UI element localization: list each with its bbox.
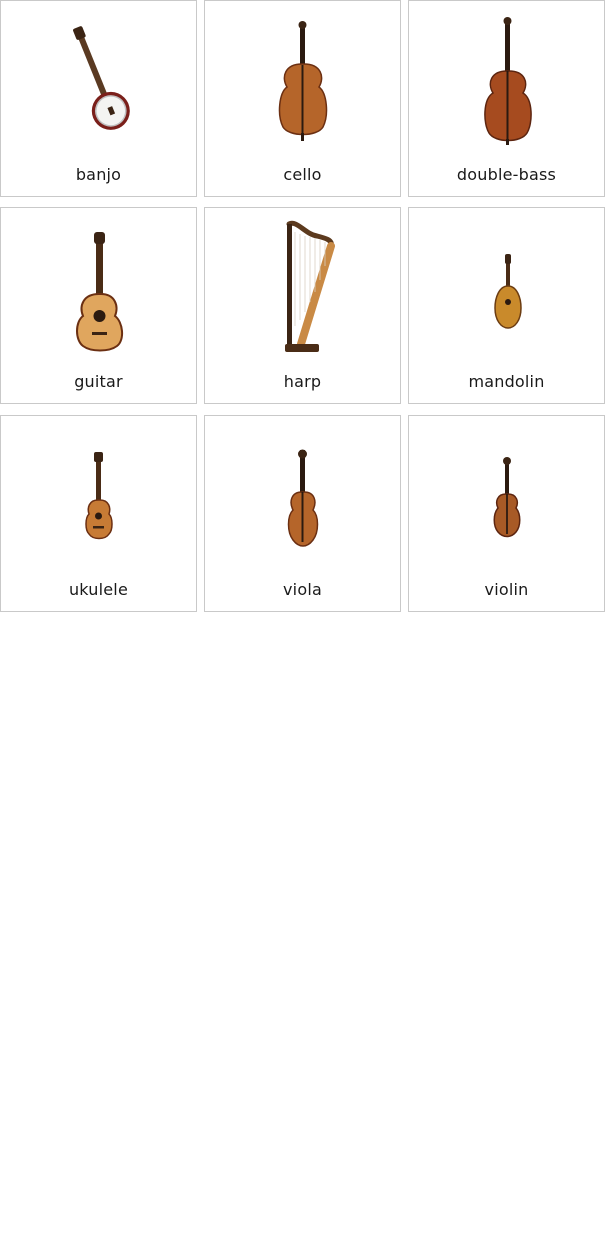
ukulele-image [1,424,198,564]
double-bass-image [409,9,606,149]
mandolin-image [409,216,606,356]
banjo-icon [73,26,130,130]
card-label: ukulele [68,580,129,599]
instrument-card-viola[interactable]: viola [204,415,401,612]
cello-icon [278,21,328,141]
card-label: double-bass [456,165,557,184]
guitar-image [1,216,198,356]
card-label: cello [283,165,322,184]
card-label: harp [283,372,322,391]
violin-image [409,424,606,564]
guitar-icon [76,232,123,352]
harp-image [205,216,402,356]
card-label: violin [484,580,529,599]
ukulele-icon [85,452,113,540]
instrument-card-mandolin[interactable]: mandolin [408,207,605,404]
instrument-card-cello[interactable]: cello [204,0,401,197]
instrument-card-harp[interactable]: harp [204,207,401,404]
instrument-card-ukulele[interactable]: ukulele [0,415,197,612]
card-label: viola [283,580,322,599]
violin-icon [493,457,521,538]
banjo-image [1,9,198,149]
card-label: banjo [75,165,122,184]
card-label: guitar [74,372,123,391]
cello-image [205,9,402,149]
instrument-card-violin[interactable]: violin [408,415,605,612]
mandolin-icon [494,254,522,329]
card-label: mandolin [468,372,545,391]
harp-icon [285,220,335,352]
instrument-card-double-bass[interactable]: double-bass [408,0,605,197]
viola-image [205,424,402,564]
viola-icon [287,449,319,547]
instrument-card-banjo[interactable]: banjo [0,0,197,197]
instrument-card-guitar[interactable]: guitar [0,207,197,404]
double-bass-icon [484,17,532,145]
